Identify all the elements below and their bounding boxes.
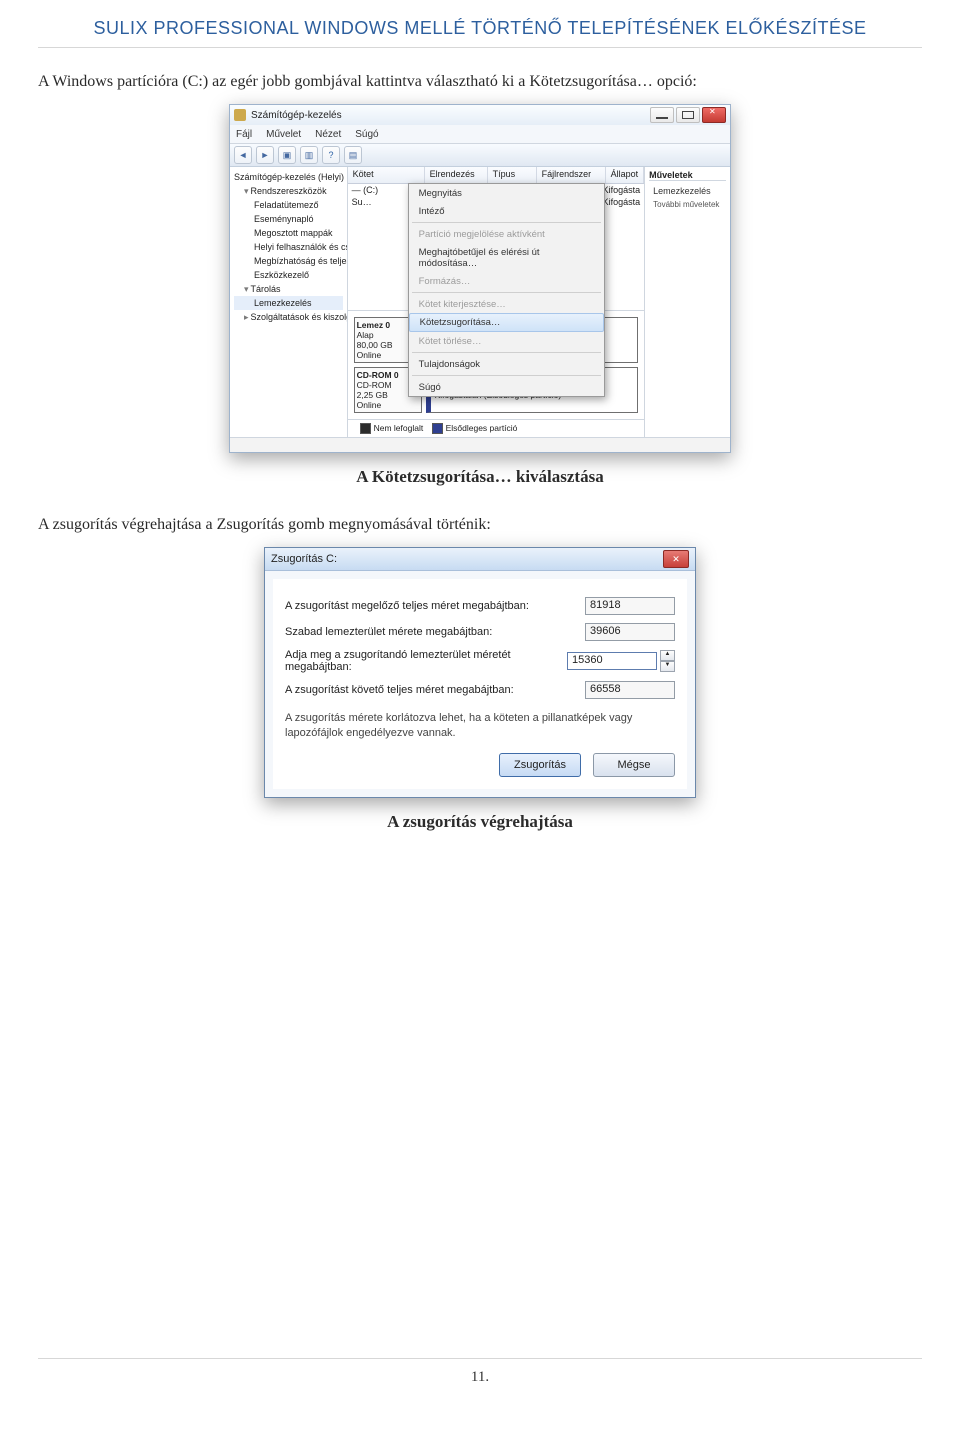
ctx-mark-active: Partíció megjelölése aktívként — [409, 225, 604, 243]
forward-icon[interactable]: ► — [256, 146, 274, 164]
actions-sub[interactable]: Lemezkezelés — [653, 184, 726, 198]
col-type[interactable]: Típus — [488, 167, 537, 183]
col-volume[interactable]: Kötet — [348, 167, 425, 183]
spin-control[interactable]: ▲ ▼ — [660, 650, 675, 672]
ctx-format: Formázás… — [409, 272, 604, 290]
dialog-note: A zsugorítás mérete korlátozva lehet, ha… — [285, 711, 675, 741]
window-titlebar: Számítógép-kezelés — [230, 105, 730, 125]
dialog-close-button[interactable]: ✕ — [663, 550, 689, 568]
page-header: SULIX PROFESSIONAL WINDOWS MELLÉ TÖRTÉNŐ… — [38, 18, 922, 48]
intro-text: A Windows partícióra (C:) az egér jobb g… — [38, 70, 922, 94]
legend: Nem lefoglalt Elsődleges partíció — [348, 419, 645, 437]
col-layout[interactable]: Elrendezés — [425, 167, 488, 183]
menu-file[interactable]: Fájl — [236, 129, 252, 140]
tree-item[interactable]: Eszközkezelő — [234, 268, 343, 282]
computer-management-screenshot: Számítógép-kezelés Fájl Művelet Nézet Sú… — [229, 104, 731, 453]
actions-more[interactable]: További műveletek — [653, 198, 726, 211]
input-shrink-amount[interactable]: 15360 — [567, 652, 657, 670]
tree-system-tools[interactable]: Rendszereszközök — [251, 186, 327, 196]
caption-1: A Kötetzsugorítása… kiválasztása — [38, 467, 922, 487]
tree-item[interactable]: Helyi felhasználók és cs — [234, 240, 343, 254]
ctx-help[interactable]: Súgó — [409, 378, 604, 396]
scrollbar[interactable] — [230, 437, 730, 452]
minimize-button[interactable] — [650, 107, 674, 123]
refresh-icon[interactable]: ▥ — [300, 146, 318, 164]
dialog-title: Zsugorítás C: — [271, 553, 663, 565]
col-status[interactable]: Állapot — [606, 167, 645, 183]
cancel-button[interactable]: Mégse — [593, 753, 675, 777]
spin-down-icon[interactable]: ▼ — [660, 661, 675, 672]
label-available: Szabad lemezterület mérete megabájtban: — [285, 626, 585, 638]
up-icon[interactable]: ▣ — [278, 146, 296, 164]
shrink-button[interactable]: Zsugorítás — [499, 753, 581, 777]
ctx-shrink[interactable]: Kötetzsugorítása… — [409, 313, 604, 332]
toolbar: ◄ ► ▣ ▥ ? ▤ — [230, 144, 730, 167]
window-title: Számítógép-kezelés — [251, 110, 650, 121]
maximize-button[interactable] — [676, 107, 700, 123]
label-shrink-amount: Adja meg a zsugorítandó lemezterület mér… — [285, 649, 567, 673]
value-available: 39606 — [585, 623, 675, 641]
menu-view[interactable]: Nézet — [315, 129, 341, 140]
shrink-dialog-screenshot: Zsugorítás C: ✕ A zsugorítást megelőző t… — [264, 547, 696, 798]
tree-item[interactable]: Eseménynapló — [234, 212, 343, 226]
back-icon[interactable]: ◄ — [234, 146, 252, 164]
label-total-after: A zsugorítást követő teljes méret megabá… — [285, 684, 585, 696]
ctx-open[interactable]: Megnyitás — [409, 184, 604, 202]
menu-action[interactable]: Művelet — [266, 129, 301, 140]
actions-pane: Műveletek Lemezkezelés További műveletek — [644, 167, 730, 437]
actions-title: Műveletek — [649, 170, 726, 181]
tree-services[interactable]: Szolgáltatások és kiszolgáló — [251, 312, 348, 322]
tree-item[interactable]: Megosztott mappák — [234, 226, 343, 240]
ctx-properties[interactable]: Tulajdonságok — [409, 355, 604, 373]
ctx-change-letter[interactable]: Meghajtóbetűjel és elérési út módosítása… — [409, 243, 604, 272]
ctx-delete: Kötet törlése… — [409, 332, 604, 350]
value-total-after: 66558 — [585, 681, 675, 699]
help-icon[interactable]: ? — [322, 146, 340, 164]
col-fs[interactable]: Fájlrendszer — [537, 167, 606, 183]
menubar: Fájl Művelet Nézet Súgó — [230, 125, 730, 144]
context-menu: Megnyitás Intéző Partíció megjelölése ak… — [408, 183, 605, 397]
tree-storage[interactable]: Tárolás — [251, 284, 281, 294]
tree-item[interactable]: Feladatütemező — [234, 198, 343, 212]
dialog-titlebar: Zsugorítás C: ✕ — [265, 548, 695, 571]
column-headers: Kötet Elrendezés Típus Fájlrendszer Álla… — [348, 167, 645, 184]
label-total-before: A zsugorítást megelőző teljes méret mega… — [285, 600, 585, 612]
options-icon[interactable]: ▤ — [344, 146, 362, 164]
tree-item[interactable]: Megbízhatóság és teljes — [234, 254, 343, 268]
tree-diskmgmt[interactable]: Lemezkezelés — [234, 296, 343, 310]
value-total-before: 81918 — [585, 597, 675, 615]
spin-up-icon[interactable]: ▲ — [660, 650, 675, 661]
caption-2: A zsugorítás végrehajtása — [38, 812, 922, 832]
menu-help[interactable]: Súgó — [355, 129, 378, 140]
mid-text: A zsugorítás végrehajtása a Zsugorítás g… — [38, 513, 922, 537]
nav-tree[interactable]: Számítógép-kezelés (Helyi) ▾Rendszereszk… — [230, 167, 348, 437]
close-button[interactable] — [702, 107, 726, 123]
page-number: 11. — [38, 1358, 922, 1386]
ctx-explore[interactable]: Intéző — [409, 202, 604, 220]
ctx-extend: Kötet kiterjesztése… — [409, 295, 604, 313]
tree-root[interactable]: Számítógép-kezelés (Helyi) — [234, 170, 343, 184]
app-icon — [234, 109, 246, 121]
